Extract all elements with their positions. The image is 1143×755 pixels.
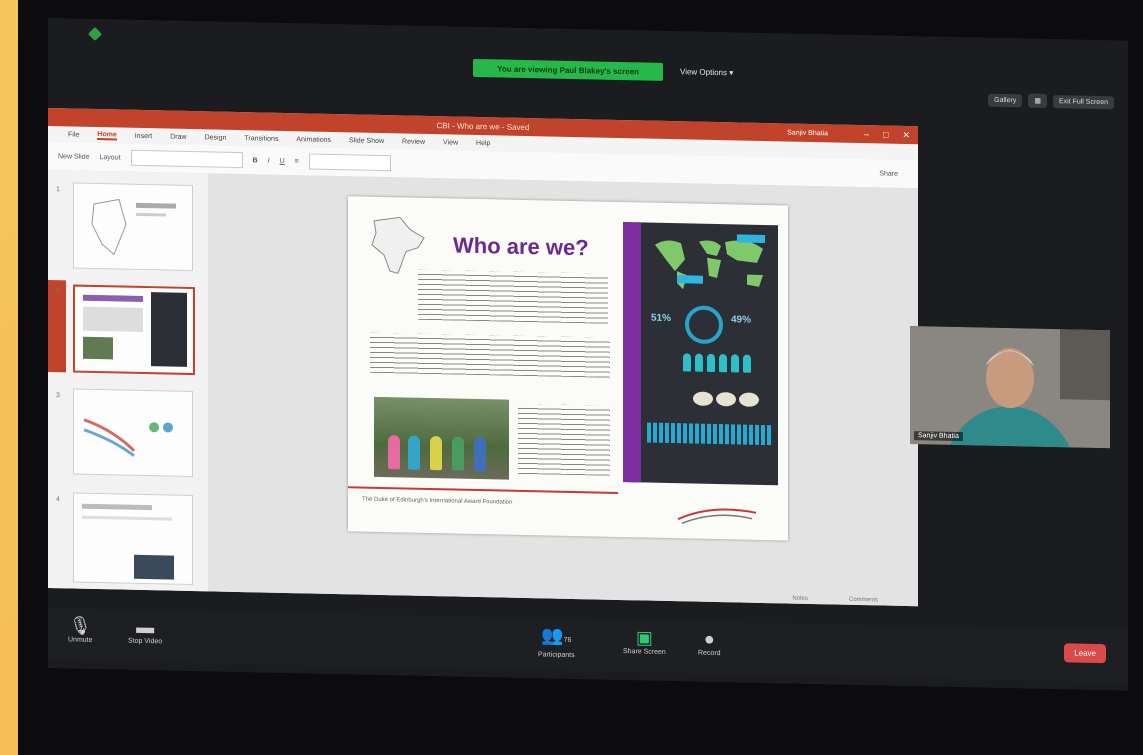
stop-video-button[interactable]: ▬ Stop Video (128, 616, 162, 646)
security-icon[interactable] (87, 26, 103, 42)
comments-button[interactable]: Comments (849, 597, 878, 604)
close-icon[interactable]: ✕ (902, 129, 910, 140)
award-infographic: 51% 49% (623, 222, 778, 486)
participants-photo (374, 396, 509, 480)
ribbon-tab-transitions[interactable]: Transitions (244, 135, 278, 143)
ribbon-tab-help[interactable]: Help (476, 139, 490, 146)
ribbon-tab-slide-show[interactable]: Slide Show (349, 137, 384, 145)
maximize-icon[interactable]: □ (883, 129, 888, 140)
infographic-vertical-strip (623, 222, 641, 483)
thumb-slide4-preview (82, 503, 174, 580)
coin-icons (693, 391, 759, 407)
gallery-button[interactable]: Gallery (988, 93, 1023, 107)
align-icon[interactable]: ≡ (295, 158, 299, 165)
infographic-right-pct: 49% (731, 314, 752, 326)
people-icons (683, 353, 751, 373)
window-controls: – □ ✕ (864, 129, 910, 141)
crowd-icon (647, 422, 772, 446)
ribbon-tab-review[interactable]: Review (402, 138, 425, 145)
record-label: Record (698, 649, 721, 658)
slide-footer: The Duke of Edinburgh's International Aw… (362, 496, 513, 506)
italic-icon[interactable]: I (268, 157, 270, 164)
award-logo (677, 508, 757, 524)
slide-number: 3 (56, 392, 60, 400)
participants-label: Participants (538, 651, 575, 660)
world-map-icon (647, 230, 772, 296)
gender-ring-icon (685, 305, 723, 345)
slide-thumbnail-2[interactable] (73, 284, 195, 376)
new-slide-button[interactable]: New Slide (58, 153, 90, 161)
grid-icon[interactable]: ▦ (1028, 93, 1047, 108)
slide-title: Who are we? (453, 232, 589, 261)
font-name-field[interactable] (130, 149, 243, 169)
participants-count: 76 (563, 636, 572, 644)
powerpoint-window: CBI - Who are we - Saved Sanjiv Bhatia –… (48, 108, 918, 607)
share-screen-button[interactable]: ▣ Share Screen (623, 626, 666, 656)
ribbon-tab-draw[interactable]: Draw (170, 133, 186, 140)
participant-name: Sanjiv Bhatia (914, 431, 963, 442)
style-gallery[interactable] (308, 153, 391, 172)
ribbon-tab-view[interactable]: View (443, 139, 458, 146)
participants-icon: 👥76 (541, 625, 572, 646)
unmute-button[interactable]: 🎙 Unmute (68, 614, 93, 644)
slide-thumbnail-3[interactable] (73, 388, 193, 478)
record-icon: ● (703, 628, 715, 649)
zoom-window: You are viewing Paul Blakey's screen Vie… (48, 18, 1128, 691)
slide-number: 4 (56, 496, 60, 504)
slide-thumbnail-1[interactable] (73, 182, 193, 272)
ribbon-tab-animations[interactable]: Animations (296, 136, 331, 144)
thumb-map-icon (91, 198, 176, 256)
share-button[interactable]: Share (879, 170, 898, 177)
zoom-control-bar: 🎙 Unmute ▬ Stop Video 👥76 Participants ▣… (48, 608, 1128, 683)
share-screen-icon: ▣ (635, 627, 653, 648)
slide-number: 2 (56, 288, 60, 296)
video-camera-icon: ▬ (136, 616, 155, 638)
photo-caption-paragraph (518, 403, 610, 476)
ribbon-tab-design[interactable]: Design (205, 134, 227, 141)
unmute-label: Unmute (68, 636, 93, 644)
ppt-user[interactable]: Sanjiv Bhatia (787, 129, 828, 137)
slide-canvas: Who are we? 51% 49% The Duke of Edinburg… (208, 173, 918, 599)
thumb-chart-preview (83, 418, 173, 457)
divider-line (348, 486, 618, 494)
underline-icon[interactable]: U (280, 157, 285, 164)
ppt-title: CBI - Who are we - Saved (436, 120, 530, 132)
notes-button[interactable]: Notes (792, 596, 808, 602)
participant-video-image (910, 326, 1110, 449)
participants-button[interactable]: 👥76 Participants (538, 624, 575, 659)
top-right-controls: Gallery ▦ Exit Full Screen (988, 93, 1114, 110)
minimize-icon[interactable]: – (864, 129, 869, 140)
leave-button[interactable]: Leave (1064, 643, 1106, 664)
slide-thumbnail-4[interactable] (73, 492, 193, 586)
ribbon-tab-file[interactable]: File (68, 131, 79, 138)
share-screen-label: Share Screen (623, 648, 666, 656)
participant-video[interactable]: Sanjiv Bhatia (910, 326, 1110, 449)
infographic-left-pct: 51% (651, 312, 672, 325)
intro-paragraph (418, 269, 608, 324)
exit-fullscreen-button[interactable]: Exit Full Screen (1052, 94, 1114, 109)
layout-button[interactable]: Layout (100, 154, 121, 161)
bold-icon[interactable]: B (253, 157, 258, 164)
thumb-slide2-preview (83, 292, 187, 367)
slide-number: 1 (56, 186, 60, 194)
current-slide[interactable]: Who are we? 51% 49% The Duke of Edinburg… (348, 196, 788, 541)
share-banner: You are viewing Paul Blakey's screen (473, 58, 663, 81)
ribbon-tab-home[interactable]: Home (97, 130, 117, 140)
microphone-muted-icon: 🎙 (68, 615, 92, 636)
view-options-button[interactable]: View Options ▾ (680, 67, 733, 77)
slide-thumbnail-pane: 1 2 3 4 (48, 170, 209, 592)
body-paragraph (370, 332, 610, 378)
stop-video-label: Stop Video (128, 637, 163, 646)
record-button[interactable]: ● Record (698, 628, 721, 657)
ribbon-tab-insert[interactable]: Insert (135, 132, 153, 139)
monitor-frame: You are viewing Paul Blakey's screen Vie… (18, 0, 1143, 755)
